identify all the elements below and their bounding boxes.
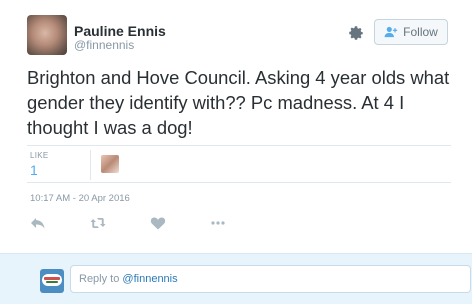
- author-avatar[interactable]: [27, 15, 67, 55]
- like-icon[interactable]: [150, 215, 166, 231]
- retweet-icon[interactable]: [90, 215, 106, 231]
- add-user-icon: [384, 26, 398, 38]
- tweet-card: Pauline Ennis @finnennis Follow Brighton…: [0, 0, 472, 252]
- liker-avatar[interactable]: [101, 155, 119, 173]
- reply-input[interactable]: Reply to @finnennis: [70, 265, 471, 293]
- current-user-avatar: [40, 269, 64, 293]
- tweet-text: Brighton and Hove Council. Asking 4 year…: [27, 67, 450, 138]
- reply-icon[interactable]: [30, 215, 46, 231]
- more-icon[interactable]: [210, 215, 226, 231]
- divider: [27, 145, 451, 146]
- follow-label: Follow: [403, 25, 438, 39]
- likes-separator: [90, 150, 91, 180]
- author-handle[interactable]: @finnennis: [74, 38, 134, 52]
- likes-label: LIKE: [30, 151, 49, 160]
- gear-icon[interactable]: [347, 24, 365, 42]
- follow-button[interactable]: Follow: [374, 19, 448, 45]
- tweet-timestamp[interactable]: 10:17 AM - 20 Apr 2016: [30, 193, 130, 204]
- likes-count[interactable]: 1: [30, 162, 38, 178]
- divider: [27, 182, 451, 183]
- reply-prefix: Reply to: [79, 273, 123, 285]
- author-name[interactable]: Pauline Ennis: [74, 23, 166, 39]
- reply-mention: @finnennis: [122, 273, 178, 285]
